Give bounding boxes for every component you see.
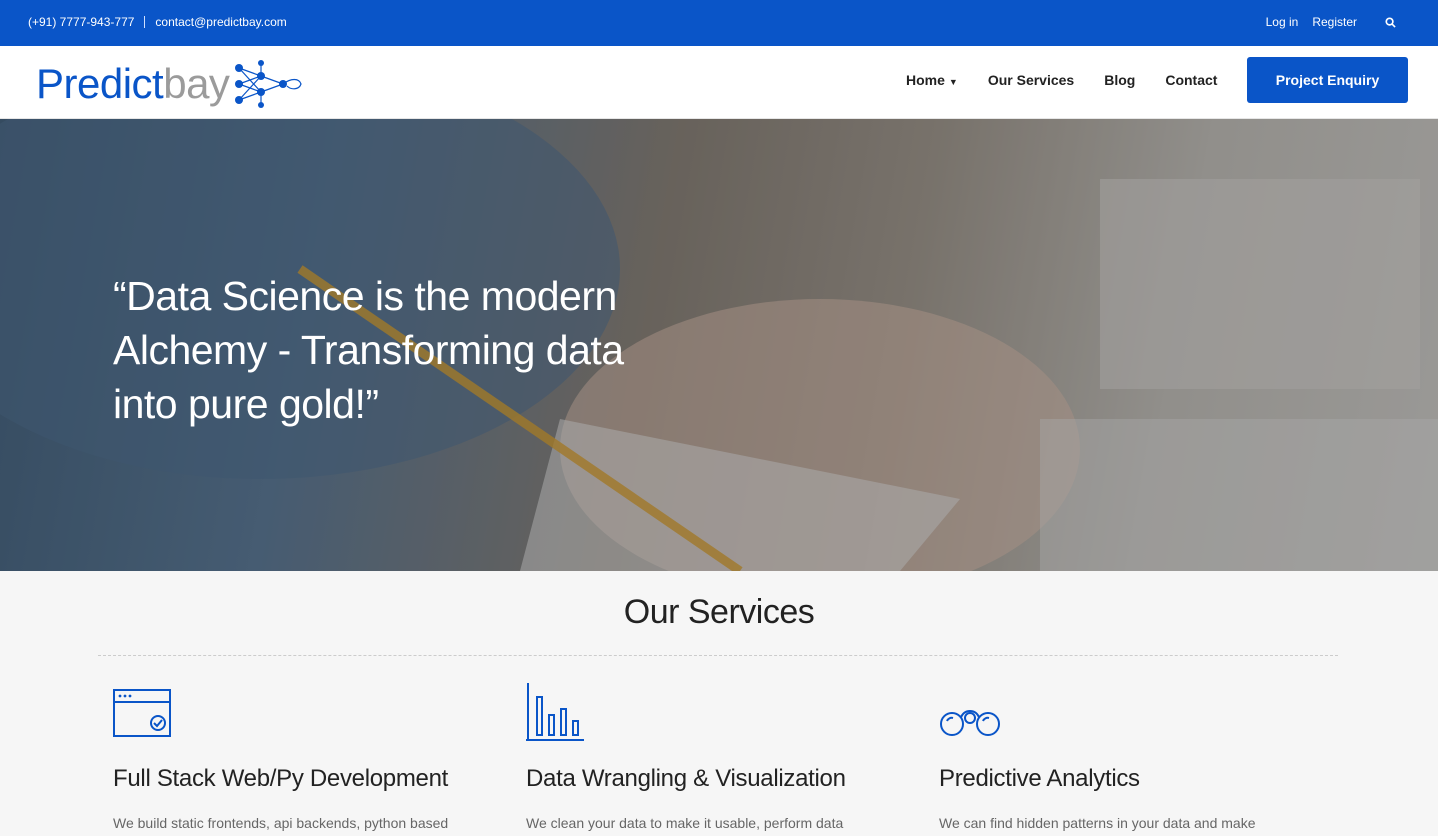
hero-quote: “Data Science is the modern Alchemy - Tr… <box>113 273 624 427</box>
nav-our-services[interactable]: Our Services <box>988 72 1074 88</box>
service-title: Full Stack Web/Py Development <box>113 765 448 792</box>
service-title: Predictive Analytics <box>939 765 1140 792</box>
chevron-down-icon: ▼ <box>948 77 958 87</box>
neural-network-icon <box>235 60 303 108</box>
bar-chart-icon <box>526 681 896 743</box>
nav-blog[interactable]: Blog <box>1104 72 1135 88</box>
logo[interactable]: Predict bay <box>36 60 305 108</box>
nav-home-label: Home <box>906 72 945 88</box>
project-enquiry-button[interactable]: Project Enquiry <box>1247 57 1408 103</box>
service-text: We clean your data to make it usable, pe… <box>526 815 844 831</box>
login-link[interactable]: Log in <box>1266 15 1299 29</box>
service-text: We can find hidden patterns in your data… <box>939 815 1256 831</box>
service-text: We build static frontends, api backends,… <box>113 815 449 831</box>
phone-link[interactable]: (+91) 7777-943-777 <box>28 15 134 29</box>
services-title: Our Services <box>623 593 815 631</box>
service-card: Predictive Analytics We can find hidden … <box>939 681 1309 831</box>
divider <box>144 16 146 28</box>
top-bar: (+91) 7777-943-777 contact@predictbay.co… <box>0 0 1438 46</box>
nav-contact[interactable]: Contact <box>1165 72 1217 88</box>
main-nav: Home ▼ Our Services Blog Contact <box>906 72 1217 88</box>
search-icon[interactable] <box>1385 16 1396 28</box>
logo-text-predict: Predict <box>36 60 164 107</box>
nav-home[interactable]: Home ▼ <box>906 72 958 88</box>
binoculars-icon <box>939 681 1309 743</box>
site-header: Predict bay Home ▼ Our Services Blog Cont… <box>0 46 1438 119</box>
register-link[interactable]: Register <box>1312 15 1357 29</box>
browser-window-icon <box>113 681 483 743</box>
service-card: Full Stack Web/Py Development We build s… <box>113 681 483 831</box>
section-divider <box>98 655 1338 656</box>
service-card: Data Wrangling & Visualization We clean … <box>526 681 896 831</box>
logo-text-bay: bay <box>163 60 230 107</box>
hero-banner: “Data Science is the modern Alchemy - Tr… <box>0 119 1438 571</box>
services-section: Our Services Full Stack Web/Py Developme… <box>0 571 1438 836</box>
service-title: Data Wrangling & Visualization <box>526 765 846 792</box>
email-link[interactable]: contact@predictbay.com <box>155 15 286 29</box>
